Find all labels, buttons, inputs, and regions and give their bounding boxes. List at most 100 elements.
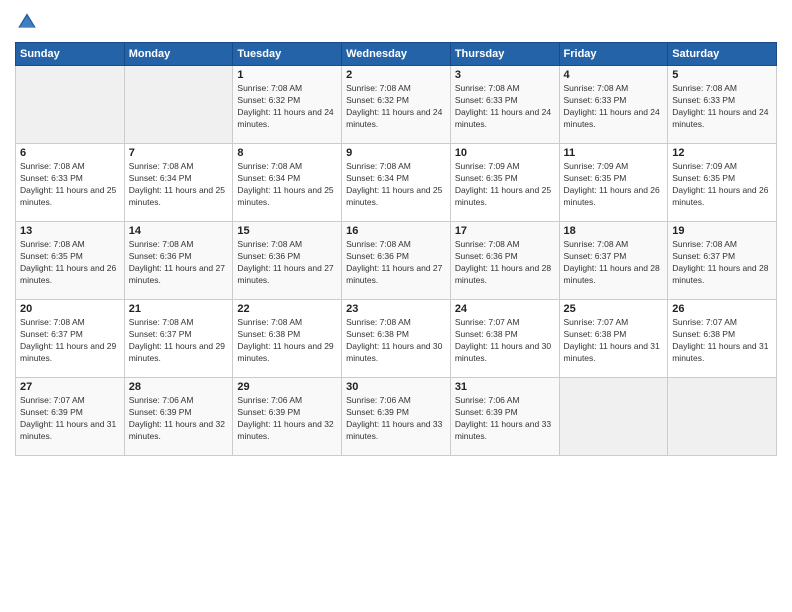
day-detail: Sunrise: 7:06 AM Sunset: 6:39 PM Dayligh… [237, 395, 337, 443]
calendar-cell: 7 Sunrise: 7:08 AM Sunset: 6:34 PM Daylig… [124, 144, 233, 222]
calendar-cell: 30 Sunrise: 7:06 AM Sunset: 6:39 PM Dayli… [342, 378, 451, 456]
day-detail: Sunrise: 7:07 AM Sunset: 6:39 PM Dayligh… [20, 395, 120, 443]
calendar-cell: 14 Sunrise: 7:08 AM Sunset: 6:36 PM Dayli… [124, 222, 233, 300]
calendar-cell: 10 Sunrise: 7:09 AM Sunset: 6:35 PM Dayli… [450, 144, 559, 222]
day-detail: Sunrise: 7:08 AM Sunset: 6:37 PM Dayligh… [20, 317, 120, 365]
day-detail: Sunrise: 7:09 AM Sunset: 6:35 PM Dayligh… [455, 161, 555, 209]
calendar-cell: 19Sunrise: 7:08 AM Sunset: 6:37 PM Dayli… [668, 222, 777, 300]
day-number: 14 [129, 225, 229, 237]
calendar-cell: 18 Sunrise: 7:08 AM Sunset: 6:37 PM Dayli… [559, 222, 668, 300]
calendar-cell: 24Sunrise: 7:07 AM Sunset: 6:38 PM Dayli… [450, 300, 559, 378]
header [15, 10, 777, 34]
day-number: 4 [564, 69, 664, 81]
day-number: 10 [455, 147, 555, 159]
day-number: 8 [237, 147, 337, 159]
logo-icon [15, 10, 39, 34]
day-number: 6 [20, 147, 120, 159]
day-number: 15 [237, 225, 337, 237]
day-detail: Sunrise: 7:07 AM Sunset: 6:38 PM Dayligh… [564, 317, 664, 365]
calendar-cell [559, 378, 668, 456]
day-detail: Sunrise: 7:08 AM Sunset: 6:37 PM Dayligh… [129, 317, 229, 365]
calendar-cell: 5 Sunrise: 7:08 AM Sunset: 6:33 PM Daylig… [668, 66, 777, 144]
day-detail: Sunrise: 7:08 AM Sunset: 6:36 PM Dayligh… [346, 239, 446, 287]
day-detail: Sunrise: 7:08 AM Sunset: 6:34 PM Dayligh… [346, 161, 446, 209]
calendar-cell: 15 Sunrise: 7:08 AM Sunset: 6:36 PM Dayli… [233, 222, 342, 300]
logo [15, 10, 43, 34]
day-number: 23 [346, 303, 446, 315]
calendar-cell: 8 Sunrise: 7:08 AM Sunset: 6:34 PM Daylig… [233, 144, 342, 222]
day-number: 1 [237, 69, 337, 81]
weekday-header: Wednesday [342, 43, 451, 66]
day-number: 30 [346, 381, 446, 393]
calendar-cell: 22Sunrise: 7:08 AM Sunset: 6:38 PM Dayli… [233, 300, 342, 378]
calendar-cell: 20Sunrise: 7:08 AM Sunset: 6:37 PM Dayli… [16, 300, 125, 378]
day-detail: Sunrise: 7:08 AM Sunset: 6:33 PM Dayligh… [672, 83, 772, 131]
calendar-cell: 25 Sunrise: 7:07 AM Sunset: 6:38 PM Dayli… [559, 300, 668, 378]
calendar-cell: 9 Sunrise: 7:08 AM Sunset: 6:34 PM Daylig… [342, 144, 451, 222]
day-detail: Sunrise: 7:06 AM Sunset: 6:39 PM Dayligh… [129, 395, 229, 443]
calendar-cell: 26Sunrise: 7:07 AM Sunset: 6:38 PM Dayli… [668, 300, 777, 378]
header-row: SundayMondayTuesdayWednesdayThursdayFrid… [16, 43, 777, 66]
weekday-header: Saturday [668, 43, 777, 66]
day-detail: Sunrise: 7:08 AM Sunset: 6:34 PM Dayligh… [129, 161, 229, 209]
day-detail: Sunrise: 7:06 AM Sunset: 6:39 PM Dayligh… [455, 395, 555, 443]
day-detail: Sunrise: 7:08 AM Sunset: 6:36 PM Dayligh… [129, 239, 229, 287]
day-detail: Sunrise: 7:08 AM Sunset: 6:33 PM Dayligh… [564, 83, 664, 131]
calendar-cell: 1 Sunrise: 7:08 AM Sunset: 6:32 PM Daylig… [233, 66, 342, 144]
day-number: 5 [672, 69, 772, 81]
day-number: 3 [455, 69, 555, 81]
day-detail: Sunrise: 7:08 AM Sunset: 6:33 PM Dayligh… [455, 83, 555, 131]
day-number: 17 [455, 225, 555, 237]
calendar-week-row: 6 Sunrise: 7:08 AM Sunset: 6:33 PM Daylig… [16, 144, 777, 222]
calendar-week-row: 27 Sunrise: 7:07 AM Sunset: 6:39 PM Dayli… [16, 378, 777, 456]
calendar-table: SundayMondayTuesdayWednesdayThursdayFrid… [15, 42, 777, 456]
day-number: 27 [20, 381, 120, 393]
day-number: 28 [129, 381, 229, 393]
calendar-cell: 2Sunrise: 7:08 AM Sunset: 6:32 PM Daylig… [342, 66, 451, 144]
calendar-cell: 31 Sunrise: 7:06 AM Sunset: 6:39 PM Dayli… [450, 378, 559, 456]
day-detail: Sunrise: 7:07 AM Sunset: 6:38 PM Dayligh… [672, 317, 772, 365]
calendar-week-row: 20Sunrise: 7:08 AM Sunset: 6:37 PM Dayli… [16, 300, 777, 378]
calendar-cell: 4 Sunrise: 7:08 AM Sunset: 6:33 PM Daylig… [559, 66, 668, 144]
day-number: 9 [346, 147, 446, 159]
day-number: 16 [346, 225, 446, 237]
day-detail: Sunrise: 7:08 AM Sunset: 6:33 PM Dayligh… [20, 161, 120, 209]
calendar-cell [124, 66, 233, 144]
day-number: 2 [346, 69, 446, 81]
calendar-cell: 11Sunrise: 7:09 AM Sunset: 6:35 PM Dayli… [559, 144, 668, 222]
day-detail: Sunrise: 7:08 AM Sunset: 6:37 PM Dayligh… [564, 239, 664, 287]
day-detail: Sunrise: 7:08 AM Sunset: 6:34 PM Dayligh… [237, 161, 337, 209]
weekday-header: Monday [124, 43, 233, 66]
calendar-cell: 16 Sunrise: 7:08 AM Sunset: 6:36 PM Dayli… [342, 222, 451, 300]
calendar-cell: 21 Sunrise: 7:08 AM Sunset: 6:37 PM Dayli… [124, 300, 233, 378]
calendar-cell [668, 378, 777, 456]
day-number: 18 [564, 225, 664, 237]
day-detail: Sunrise: 7:08 AM Sunset: 6:37 PM Dayligh… [672, 239, 772, 287]
calendar-cell: 27 Sunrise: 7:07 AM Sunset: 6:39 PM Dayli… [16, 378, 125, 456]
day-number: 25 [564, 303, 664, 315]
weekday-header: Thursday [450, 43, 559, 66]
day-detail: Sunrise: 7:08 AM Sunset: 6:38 PM Dayligh… [346, 317, 446, 365]
calendar-week-row: 1 Sunrise: 7:08 AM Sunset: 6:32 PM Daylig… [16, 66, 777, 144]
day-detail: Sunrise: 7:07 AM Sunset: 6:38 PM Dayligh… [455, 317, 555, 365]
day-detail: Sunrise: 7:08 AM Sunset: 6:36 PM Dayligh… [237, 239, 337, 287]
weekday-header: Tuesday [233, 43, 342, 66]
day-number: 12 [672, 147, 772, 159]
calendar-cell: 6 Sunrise: 7:08 AM Sunset: 6:33 PM Daylig… [16, 144, 125, 222]
day-detail: Sunrise: 7:08 AM Sunset: 6:38 PM Dayligh… [237, 317, 337, 365]
day-number: 31 [455, 381, 555, 393]
day-detail: Sunrise: 7:08 AM Sunset: 6:35 PM Dayligh… [20, 239, 120, 287]
day-number: 21 [129, 303, 229, 315]
calendar-week-row: 13 Sunrise: 7:08 AM Sunset: 6:35 PM Dayli… [16, 222, 777, 300]
day-detail: Sunrise: 7:06 AM Sunset: 6:39 PM Dayligh… [346, 395, 446, 443]
day-number: 7 [129, 147, 229, 159]
day-detail: Sunrise: 7:08 AM Sunset: 6:32 PM Dayligh… [237, 83, 337, 131]
day-detail: Sunrise: 7:08 AM Sunset: 6:36 PM Dayligh… [455, 239, 555, 287]
weekday-header: Friday [559, 43, 668, 66]
calendar-cell: 23 Sunrise: 7:08 AM Sunset: 6:38 PM Dayli… [342, 300, 451, 378]
calendar-cell: 13 Sunrise: 7:08 AM Sunset: 6:35 PM Dayli… [16, 222, 125, 300]
day-number: 13 [20, 225, 120, 237]
calendar-cell: 17 Sunrise: 7:08 AM Sunset: 6:36 PM Dayli… [450, 222, 559, 300]
page: SundayMondayTuesdayWednesdayThursdayFrid… [0, 0, 792, 612]
calendar-cell: 28 Sunrise: 7:06 AM Sunset: 6:39 PM Dayli… [124, 378, 233, 456]
